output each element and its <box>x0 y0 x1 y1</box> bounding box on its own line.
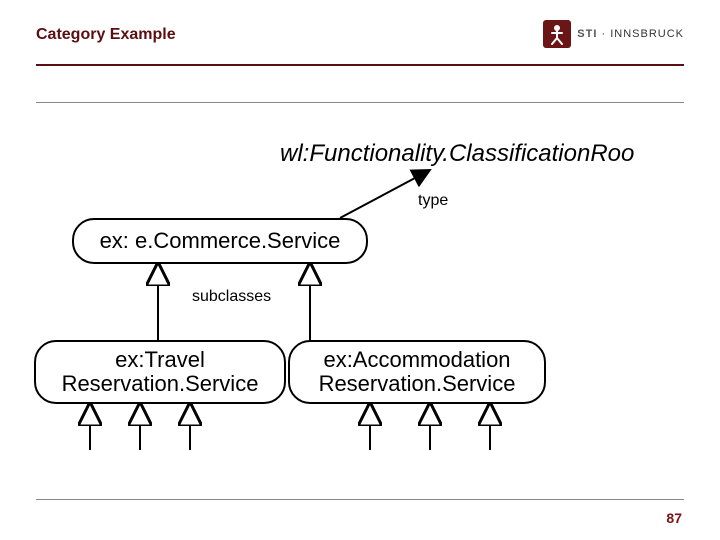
logo-sep: · <box>597 28 610 40</box>
node-accom-line1: ex:Accommodation <box>323 348 510 372</box>
slide-header: Category Example STI · INNSBRUCK <box>36 26 684 76</box>
node-accommodation-reservation: ex:Accommodation Reservation.Service <box>288 340 546 404</box>
header-subdivider <box>36 102 684 103</box>
node-accom-line2: Reservation.Service <box>319 372 516 396</box>
classification-root-text: wl:Functionality.ClassificationRoo <box>280 140 634 168</box>
logo-badge-icon <box>543 20 571 48</box>
subclasses-label: subclasses <box>192 288 271 306</box>
node-ecommerce-service-text: ex: e.Commerce.Service <box>100 229 341 253</box>
type-label: type <box>418 192 448 210</box>
header-divider <box>36 64 684 66</box>
node-travel-line1: ex:Travel <box>115 348 205 372</box>
node-travel-line2: Reservation.Service <box>62 372 259 396</box>
logo-brand: STI <box>577 28 597 40</box>
footer-divider <box>36 499 684 500</box>
page-number: 87 <box>666 510 682 526</box>
logo-text: STI · INNSBRUCK <box>577 28 684 40</box>
logo-place: INNSBRUCK <box>610 28 684 40</box>
node-ecommerce-service: ex: e.Commerce.Service <box>72 218 368 264</box>
node-travel-reservation: ex:Travel Reservation.Service <box>34 340 286 404</box>
brand-logo: STI · INNSBRUCK <box>543 20 684 48</box>
diagram-arrows <box>0 0 720 540</box>
